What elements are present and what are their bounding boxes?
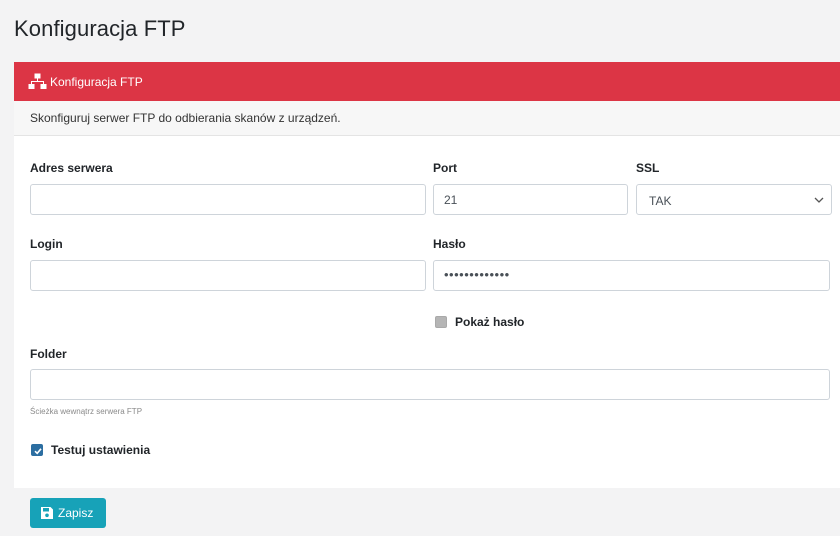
server-address-label: Adres serwera xyxy=(30,161,113,175)
show-password-checkbox-row[interactable]: Pokaż hasło xyxy=(435,315,524,329)
folder-help-text: Ścieżka wewnątrz serwera FTP xyxy=(30,407,143,416)
port-label: Port xyxy=(433,161,457,175)
password-label: Hasło xyxy=(433,237,466,251)
ssl-label: SSL xyxy=(636,161,660,175)
test-settings-checkbox[interactable] xyxy=(31,444,43,456)
test-settings-label: Testuj ustawienia xyxy=(51,443,151,457)
password-input[interactable]: ••••••••••••• xyxy=(433,260,830,291)
card-footer: Zapisz xyxy=(14,488,840,536)
ssl-select[interactable]: TAK xyxy=(636,184,832,215)
check-icon xyxy=(34,448,42,455)
page-title: Konfiguracja FTP xyxy=(14,16,186,41)
test-settings-checkbox-row[interactable]: Testuj ustawienia xyxy=(31,443,150,457)
save-button[interactable]: Zapisz xyxy=(30,498,106,528)
floppy-disk-icon xyxy=(41,507,53,519)
ftp-config-card: Konfiguracja FTP Skonfiguruj serwer FTP … xyxy=(14,62,840,536)
show-password-checkbox[interactable] xyxy=(435,316,447,328)
card-description: Skonfiguruj serwer FTP do odbierania ska… xyxy=(14,101,840,136)
server-address-input[interactable] xyxy=(30,184,426,215)
card-header-title: Konfiguracja FTP xyxy=(50,74,143,89)
folder-input[interactable] xyxy=(30,369,830,400)
network-icon xyxy=(28,73,47,90)
login-label: Login xyxy=(30,237,63,251)
card-header: Konfiguracja FTP xyxy=(14,62,840,101)
ssl-select-value: TAK xyxy=(649,194,672,208)
save-button-label: Zapisz xyxy=(58,506,94,520)
port-input[interactable] xyxy=(433,184,628,215)
login-input[interactable] xyxy=(30,260,426,291)
folder-label: Folder xyxy=(30,347,67,361)
show-password-label: Pokaż hasło xyxy=(455,315,525,329)
chevron-down-icon xyxy=(814,197,824,203)
password-masked-value: ••••••••••••• xyxy=(444,267,510,282)
